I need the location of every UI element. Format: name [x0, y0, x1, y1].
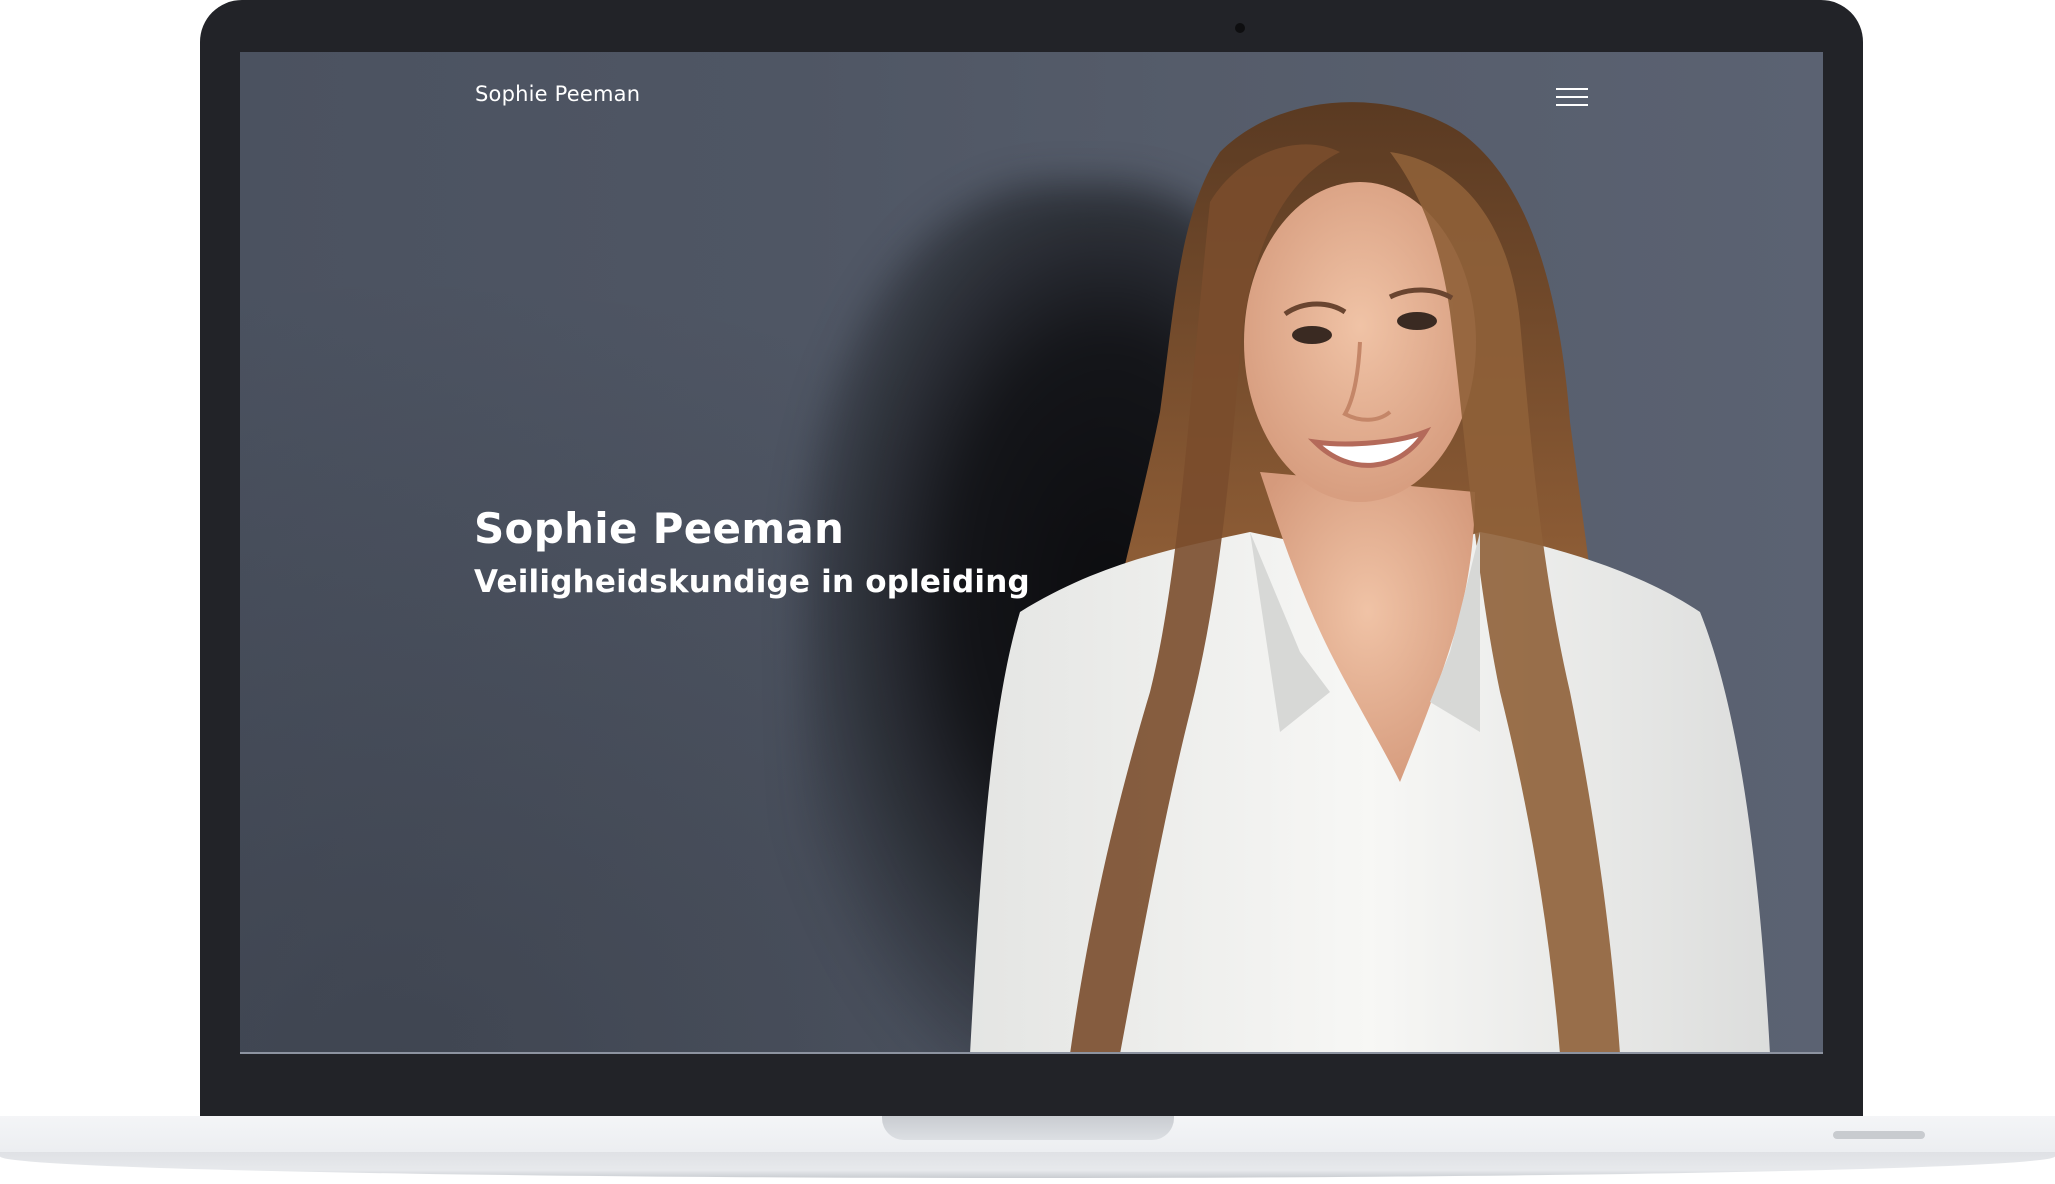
hero-title: Sophie Peeman: [474, 504, 845, 553]
left-eye: [1292, 326, 1332, 344]
laptop-notch: [882, 1116, 1174, 1140]
right-eye: [1397, 312, 1437, 330]
screen-bottom-divider: [240, 1052, 1823, 1054]
portrait-photo: [970, 102, 1770, 1054]
website-screen: Sophie Peeman Sophie Peeman Veiligheidsk…: [240, 52, 1823, 1054]
laptop-mockup: Sophie Peeman Sophie Peeman Veiligheidsk…: [0, 0, 2055, 1184]
nav-brand[interactable]: Sophie Peeman: [475, 82, 640, 106]
hero-subtitle: Veiligheidskundige in opleiding: [474, 564, 1030, 600]
laptop-base-edge: [0, 1152, 2055, 1178]
laptop-vent: [1833, 1131, 1925, 1139]
webcam-icon: [1235, 23, 1245, 33]
hamburger-menu-icon[interactable]: [1556, 86, 1588, 108]
